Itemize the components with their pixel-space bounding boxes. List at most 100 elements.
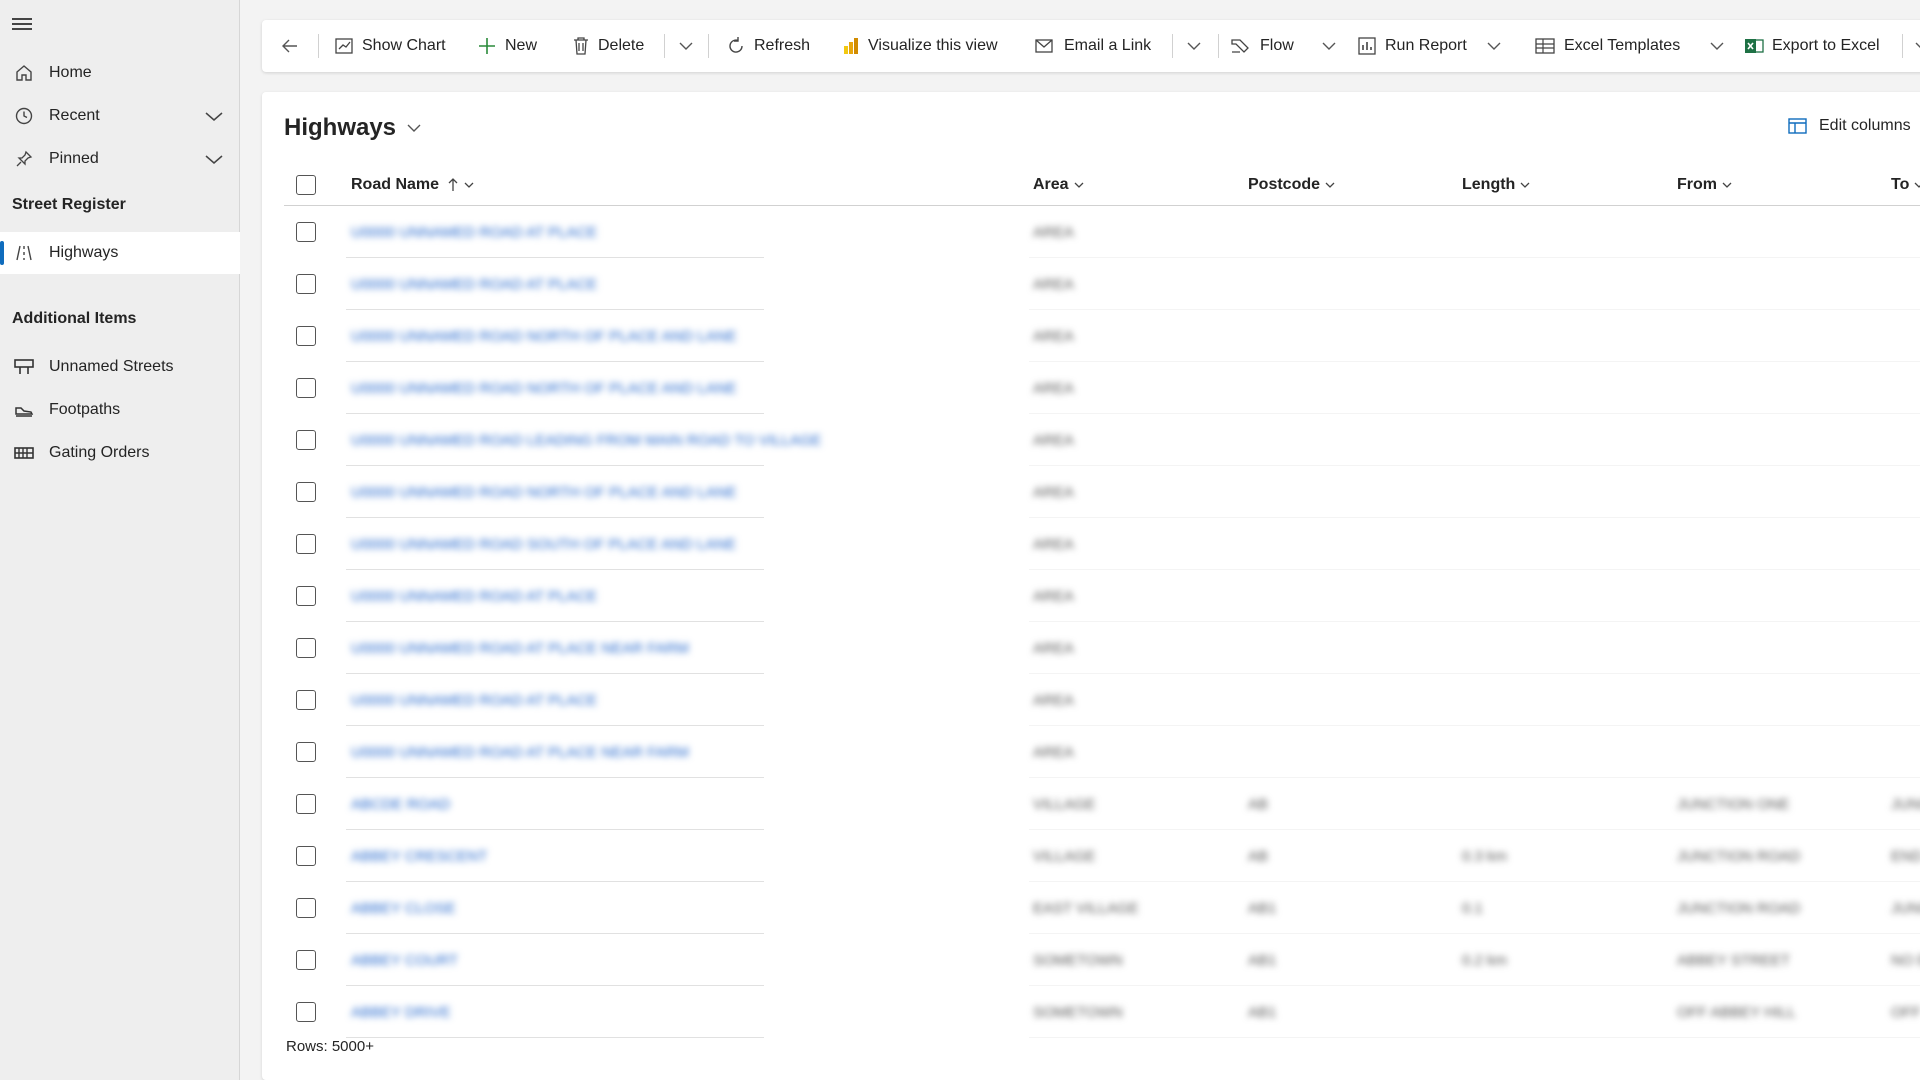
row-select-checkbox[interactable]: [296, 586, 316, 606]
to-cell: JUNCTION: [1891, 899, 1920, 917]
column-header-area[interactable]: Area: [1033, 164, 1085, 206]
road-name-cell[interactable]: U0000 UNNAMED ROAD AT PLACE: [351, 570, 597, 622]
back-button[interactable]: [280, 20, 308, 72]
row-select-checkbox[interactable]: [296, 690, 316, 710]
row-select-checkbox[interactable]: [296, 1002, 316, 1022]
export-to-excel-button[interactable]: Export to Excel: [1744, 20, 1880, 72]
table-row[interactable]: U0000 UNNAMED ROAD AT PLACE NEAR FARM ARE…: [284, 726, 1920, 778]
column-label: Area: [1033, 176, 1069, 193]
sidebar-item-recent[interactable]: Recent: [0, 95, 240, 137]
table-row[interactable]: ABBEY DRIVE SOMETOWN AB1 OFF ABBEY HILL OFF: [284, 986, 1920, 1038]
email-link-button[interactable]: Email a Link: [1034, 20, 1151, 72]
road-name-cell[interactable]: U0000 UNNAMED ROAD AT PLACE: [351, 206, 597, 258]
road-name-cell[interactable]: ABBEY CLOSE: [351, 882, 456, 934]
refresh-button[interactable]: Refresh: [726, 20, 810, 72]
row-select-checkbox[interactable]: [296, 534, 316, 554]
table-row[interactable]: ABBEY CLOSE EAST VILLAGE AB1 0.1 JUNCTION RO…: [284, 882, 1920, 934]
table-row[interactable]: U0000 UNNAMED ROAD AT PLACE AREA: [284, 570, 1920, 622]
show-chart-button[interactable]: Show Chart: [334, 20, 446, 72]
road-name-cell[interactable]: U0000 UNNAMED ROAD SOUTH OF PLACE AND LA…: [351, 518, 736, 570]
road-name-cell[interactable]: ABBEY CRESCENT: [351, 830, 487, 882]
column-header-postcode[interactable]: Postcode: [1248, 164, 1336, 206]
select-all-checkbox[interactable]: [296, 175, 316, 195]
chevron-down-icon: [1722, 182, 1732, 188]
area-cell: EAST VILLAGE: [1033, 899, 1139, 917]
shoe-icon: [12, 401, 36, 419]
road-name-cell[interactable]: U0000 UNNAMED ROAD AT PLACE NEAR FARM: [351, 726, 689, 778]
excel-templates-button[interactable]: Excel Templates: [1534, 20, 1680, 72]
road-name-cell[interactable]: U0000 UNNAMED ROAD LEADING FROM MAIN ROA…: [351, 414, 821, 466]
row-select-checkbox[interactable]: [296, 794, 316, 814]
row-select-checkbox[interactable]: [296, 638, 316, 658]
from-cell: JUNCTION ONE: [1677, 795, 1790, 813]
table-row[interactable]: ABCDE ROAD VILLAGE AB JUNCTION ONE JUNCTION: [284, 778, 1920, 830]
row-select-checkbox[interactable]: [296, 326, 316, 346]
row-select-checkbox[interactable]: [296, 274, 316, 294]
run-report-button[interactable]: Run Report: [1357, 20, 1467, 72]
row-select-checkbox[interactable]: [296, 430, 316, 450]
grid-header: Road Name Area Postcode Length From To: [284, 164, 1920, 206]
road-name-cell[interactable]: ABBEY COURT: [351, 934, 458, 986]
home-icon: [12, 64, 36, 82]
road-name-cell[interactable]: U0000 UNNAMED ROAD NORTH OF PLACE AND LA…: [351, 310, 737, 362]
postcode-cell: AB1: [1248, 899, 1277, 917]
sidebar-item-footpaths[interactable]: Footpaths: [0, 389, 240, 431]
road-name-cell[interactable]: ABCDE ROAD: [351, 778, 450, 830]
sidebar-item-unnamed-streets[interactable]: Unnamed Streets: [0, 346, 240, 388]
table-row[interactable]: U0000 UNNAMED ROAD LEADING FROM MAIN ROA…: [284, 414, 1920, 466]
excel-templates-label: Excel Templates: [1564, 37, 1681, 54]
column-header-to[interactable]: To: [1891, 164, 1920, 206]
table-row[interactable]: U0000 UNNAMED ROAD NORTH OF PLACE AND LA…: [284, 310, 1920, 362]
chevron-down-icon: [1074, 182, 1084, 188]
table-row[interactable]: U0000 UNNAMED ROAD NORTH OF PLACE AND LA…: [284, 362, 1920, 414]
sidebar-item-gating-orders[interactable]: Gating Orders: [0, 432, 240, 474]
export-chevron-icon[interactable]: [1910, 20, 1920, 72]
flow-button[interactable]: Flow: [1230, 20, 1294, 72]
sidebar-item-label: Footpaths: [49, 401, 121, 418]
table-row[interactable]: ABBEY COURT SOMETOWN AB1 0.2 km ABBEY STREET…: [284, 934, 1920, 986]
row-select-checkbox[interactable]: [296, 742, 316, 762]
column-header-road-name[interactable]: Road Name: [351, 164, 475, 206]
row-select-checkbox[interactable]: [296, 222, 316, 242]
more-commands-chevron-icon[interactable]: [674, 20, 698, 72]
table-row[interactable]: U0000 UNNAMED ROAD NORTH OF PLACE AND LA…: [284, 466, 1920, 518]
hamburger-menu-icon[interactable]: [12, 15, 32, 35]
road-name-cell[interactable]: U0000 UNNAMED ROAD NORTH OF PLACE AND LA…: [351, 362, 737, 414]
edit-columns-label: Edit columns: [1819, 117, 1911, 134]
table-row[interactable]: U0000 UNNAMED ROAD AT PLACE NEAR FARM ARE…: [284, 622, 1920, 674]
sidebar-item-pinned[interactable]: Pinned: [0, 138, 240, 180]
to-cell: JUNCTION: [1891, 795, 1920, 813]
road-name-cell[interactable]: U0000 UNNAMED ROAD AT PLACE: [351, 674, 597, 726]
column-header-length[interactable]: Length: [1462, 164, 1531, 206]
flow-chevron-icon[interactable]: [1317, 20, 1341, 72]
row-select-checkbox[interactable]: [296, 378, 316, 398]
table-row[interactable]: U0000 UNNAMED ROAD AT PLACE AREA: [284, 674, 1920, 726]
edit-columns-button[interactable]: Edit columns: [1787, 116, 1911, 136]
road-name-cell[interactable]: ABBEY DRIVE: [351, 986, 451, 1038]
table-row[interactable]: U0000 UNNAMED ROAD AT PLACE AREA: [284, 258, 1920, 310]
postcode-cell: AB: [1248, 847, 1269, 865]
chevron-down-icon[interactable]: [204, 150, 224, 173]
table-row[interactable]: U0000 UNNAMED ROAD AT PLACE AREA: [284, 206, 1920, 258]
road-name-cell[interactable]: U0000 UNNAMED ROAD AT PLACE: [351, 258, 597, 310]
road-name-cell[interactable]: U0000 UNNAMED ROAD NORTH OF PLACE AND LA…: [351, 466, 737, 518]
new-button[interactable]: New: [477, 20, 537, 72]
delete-button[interactable]: Delete: [572, 20, 644, 72]
view-selector[interactable]: Highways: [284, 114, 422, 142]
column-header-from[interactable]: From: [1677, 164, 1733, 206]
row-select-checkbox[interactable]: [296, 846, 316, 866]
table-row[interactable]: ABBEY CRESCENT VILLAGE AB 0.3 km JUNCTION RO…: [284, 830, 1920, 882]
sidebar-item-home[interactable]: Home: [0, 52, 240, 94]
excel-templates-chevron-icon[interactable]: [1705, 20, 1729, 72]
row-select-checkbox[interactable]: [296, 482, 316, 502]
chevron-down-icon[interactable]: [204, 107, 224, 130]
run-report-chevron-icon[interactable]: [1482, 20, 1506, 72]
row-select-checkbox[interactable]: [296, 950, 316, 970]
email-icon: [1035, 39, 1053, 53]
road-name-cell[interactable]: U0000 UNNAMED ROAD AT PLACE NEAR FARM: [351, 622, 689, 674]
email-chevron-icon[interactable]: [1182, 20, 1206, 72]
visualize-view-button[interactable]: Visualize this view: [842, 20, 998, 72]
table-row[interactable]: U0000 UNNAMED ROAD SOUTH OF PLACE AND LA…: [284, 518, 1920, 570]
row-select-checkbox[interactable]: [296, 898, 316, 918]
sidebar-item-highways[interactable]: Highways: [0, 232, 240, 274]
